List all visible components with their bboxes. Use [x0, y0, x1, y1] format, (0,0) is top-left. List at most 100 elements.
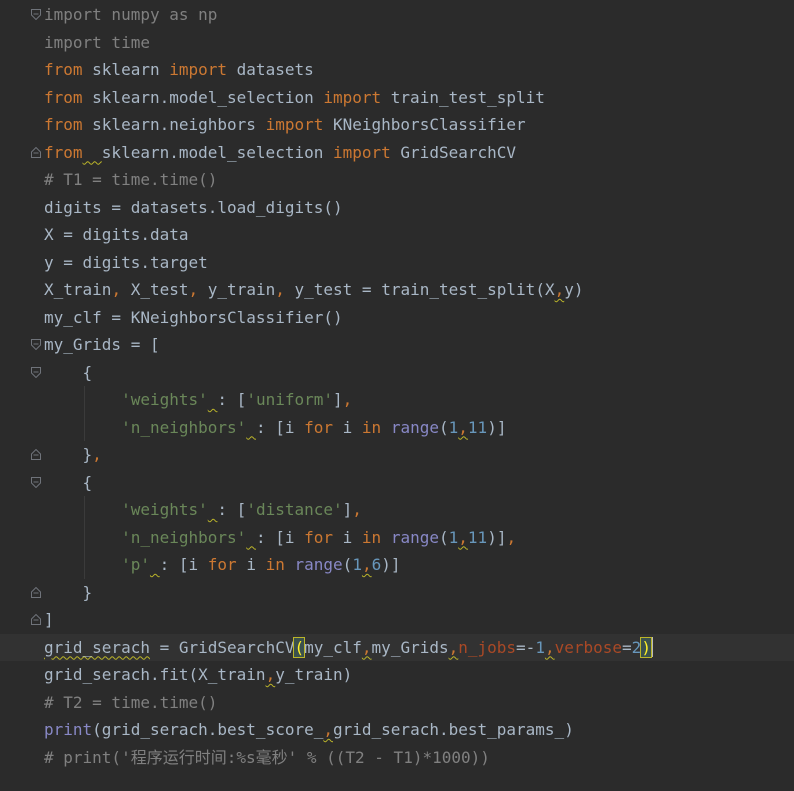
- code-token: }: [44, 582, 93, 602]
- fold-open-icon[interactable]: [31, 9, 41, 20]
- code-token: ,: [342, 390, 353, 409]
- code-token: ,: [458, 417, 468, 437]
- code-token: 2: [631, 637, 642, 657]
- code-token: import: [169, 60, 228, 79]
- code-line[interactable]: y = digits.target: [0, 249, 794, 276]
- code-text: # print('程序运行时间:%s毫秒' % ((T2 - T1)*1000)…: [44, 744, 490, 771]
- fold-close-icon[interactable]: [31, 146, 41, 158]
- code-line[interactable]: 'weights' : ['distance'],: [0, 496, 794, 523]
- code-line[interactable]: my_clf = KNeighborsClassifier(): [0, 304, 794, 331]
- code-token: {: [44, 472, 93, 492]
- code-token: import: [332, 142, 391, 162]
- code-token: (: [342, 555, 353, 574]
- code-token: as: [169, 5, 189, 24]
- code-line[interactable]: 'n_neighbors' : [i for i in range(1,11)]: [0, 414, 794, 441]
- code-line[interactable]: from sklearn import datasets: [0, 56, 794, 83]
- code-token: verbose: [554, 637, 623, 657]
- code-text: X_train, X_test, y_train, y_test = train…: [44, 276, 583, 303]
- code-token: (: [439, 417, 449, 437]
- code-text: from sklearn.model_selection import trai…: [44, 84, 545, 111]
- code-token: ): [640, 636, 652, 658]
- code-text: grid_serach.fit(X_train,y_train): [44, 661, 352, 688]
- code-token: from: [44, 115, 83, 134]
- code-text: 'weights' : ['distance'],: [44, 496, 362, 523]
- code-line[interactable]: 'n_neighbors' : [i for i in range(1,11)]…: [0, 524, 794, 551]
- code-token: )]: [487, 527, 507, 547]
- code-token: 1: [448, 527, 459, 547]
- fold-close-icon[interactable]: [31, 449, 41, 460]
- code-line[interactable]: 'weights' : ['uniform'],: [0, 386, 794, 413]
- fold-open-icon[interactable]: [31, 476, 41, 488]
- code-token: from: [44, 87, 83, 107]
- code-line[interactable]: {: [0, 359, 794, 386]
- code-token: =-: [516, 637, 536, 657]
- code-token: my_Grids = [: [44, 335, 160, 354]
- code-token: : [: [217, 500, 247, 519]
- code-token: ,: [275, 280, 285, 299]
- code-line[interactable]: digits = datasets.load_digits(): [0, 194, 794, 221]
- fold-close-icon[interactable]: [31, 614, 41, 625]
- code-token: n_jobs: [458, 637, 517, 657]
- code-line[interactable]: }: [0, 579, 794, 606]
- code-line[interactable]: X = digits.data: [0, 221, 794, 248]
- code-line[interactable]: import time: [0, 29, 794, 56]
- code-token: for: [207, 555, 237, 574]
- code-token: # T2 = time.time(): [44, 692, 218, 712]
- code-text: {: [44, 469, 93, 496]
- code-token: train_test_split: [381, 87, 545, 107]
- code-token: y = digits.target: [44, 252, 208, 272]
- code-token: 1: [352, 555, 362, 574]
- code-text: X = digits.data: [44, 221, 189, 248]
- code-line[interactable]: ]: [0, 606, 794, 633]
- code-token: import: [265, 115, 324, 134]
- code-token: : [: [217, 390, 247, 409]
- code-line[interactable]: # T2 = time.time(): [0, 689, 794, 716]
- code-line[interactable]: X_train, X_test, y_train, y_test = train…: [0, 276, 794, 303]
- code-line[interactable]: from sklearn.model_selection import Grid…: [0, 139, 794, 166]
- code-token: for: [304, 417, 334, 437]
- code-text: import numpy as np: [44, 1, 217, 28]
- code-token: grid_serach.fit(X_train: [44, 665, 266, 684]
- code-token: 1: [448, 417, 459, 437]
- code-token: ,: [361, 555, 372, 574]
- fold-close-icon[interactable]: [31, 586, 41, 598]
- code-token: y_train: [198, 280, 276, 299]
- fold-open-icon[interactable]: [31, 366, 41, 378]
- code-token: ,: [188, 280, 199, 299]
- code-editor[interactable]: import numpy as np import time from sklear…: [0, 0, 794, 791]
- code-text: 'p' : [i for i in range(1,6)]: [44, 551, 400, 578]
- code-token: i: [333, 417, 362, 437]
- code-token: 'weights': [121, 500, 208, 519]
- code-line[interactable]: grid_serach = GridSearchCV(my_clf,my_Gri…: [0, 633, 794, 661]
- code-line[interactable]: },: [0, 441, 794, 468]
- code-token: time: [101, 32, 150, 52]
- code-token: (grid_serach.best_score_: [92, 720, 324, 739]
- code-token: datasets: [227, 60, 314, 79]
- code-token: (: [439, 527, 449, 547]
- code-line[interactable]: 'p' : [i for i in range(1,6)]: [0, 551, 794, 578]
- code-token: : [i: [159, 555, 208, 574]
- code-line[interactable]: from sklearn.model_selection import trai…: [0, 84, 794, 111]
- code-text: 'weights' : ['uniform'],: [44, 386, 352, 413]
- code-line[interactable]: # T1 = time.time(): [0, 166, 794, 193]
- code-line[interactable]: from sklearn.neighbors import KNeighbors…: [0, 111, 794, 138]
- fold-open-icon[interactable]: [31, 339, 41, 350]
- code-line[interactable]: import numpy as np: [0, 1, 794, 28]
- code-line[interactable]: # print('程序运行时间:%s毫秒' % ((T2 - T1)*1000)…: [0, 744, 794, 771]
- code-token: 11: [467, 527, 488, 547]
- code-line[interactable]: grid_serach.fit(X_train,y_train): [0, 661, 794, 688]
- code-token: my_clf = KNeighborsClassifier(): [44, 307, 343, 327]
- code-token: sklearn.model_selection: [101, 142, 333, 162]
- code-text: }: [44, 579, 93, 606]
- code-line[interactable]: {: [0, 469, 794, 496]
- code-line[interactable]: my_Grids = [: [0, 331, 794, 358]
- code-token: 'distance': [246, 500, 343, 519]
- code-line[interactable]: print(grid_serach.best_score_,grid_serac…: [0, 716, 794, 743]
- code-token: ,: [544, 637, 555, 657]
- code-token: i: [236, 555, 266, 574]
- code-token: X_test: [121, 280, 189, 299]
- code-token: np: [188, 5, 218, 24]
- code-token: )]: [487, 417, 507, 437]
